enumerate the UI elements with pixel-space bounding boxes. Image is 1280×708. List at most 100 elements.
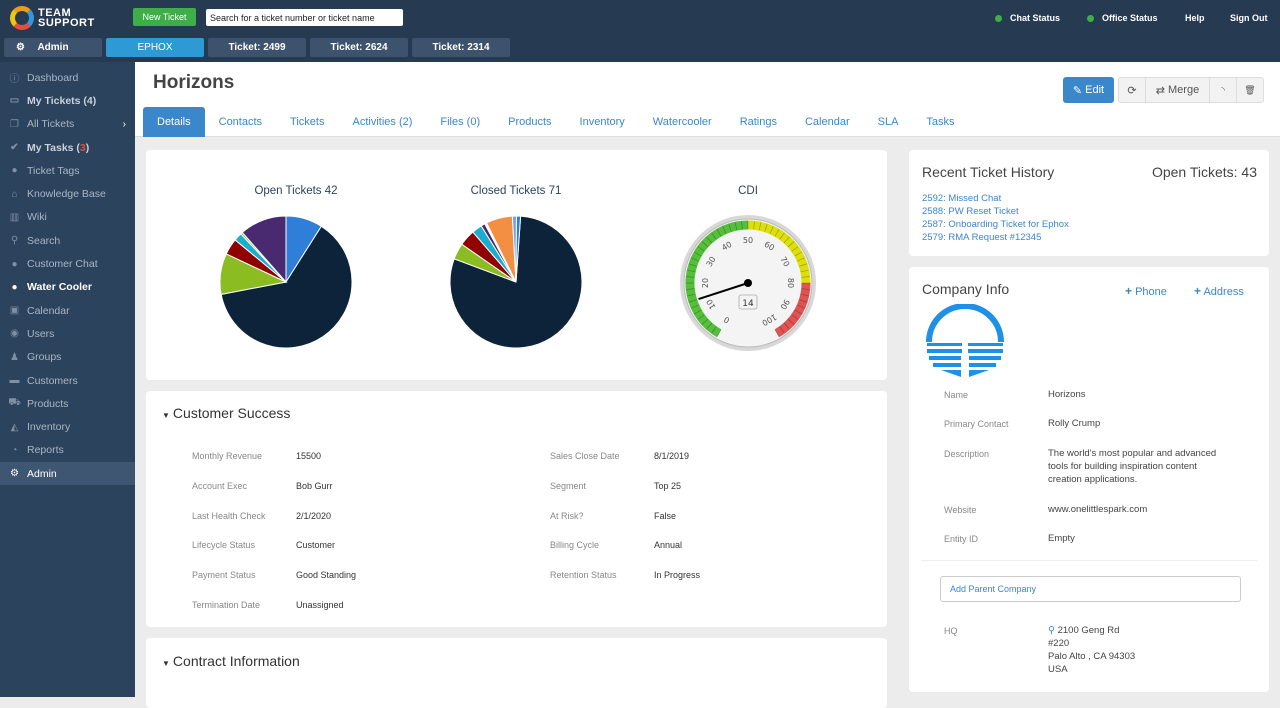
chat-status[interactable]: Chat Status	[995, 13, 1060, 23]
history-item[interactable]: 2588: PW Reset Ticket	[922, 205, 1069, 218]
sidebar-item-my-tasks[interactable]: ✔ My Tasks (3)	[0, 136, 135, 159]
field-label: Payment Status	[192, 570, 256, 581]
edit-label: Edit	[1085, 84, 1105, 96]
calendar-icon: ▣	[9, 305, 20, 317]
field-value[interactable]: In Progress	[654, 570, 700, 580]
company-field-value[interactable]: Rolly Crump	[1048, 417, 1233, 430]
tab-calendar[interactable]: Calendar	[791, 107, 864, 137]
tab-contacts[interactable]: Contacts	[205, 107, 276, 137]
tab-inventory[interactable]: Inventory	[566, 107, 639, 137]
company-field-value[interactable]: The world's most popular and advanced to…	[1048, 447, 1233, 486]
field-label: Billing Cycle	[550, 540, 600, 551]
sidebar-item-calendar[interactable]: ▣ Calendar	[0, 299, 135, 322]
refresh-button[interactable]: ⟳	[1118, 77, 1146, 103]
delete-button[interactable]: 🗑	[1237, 77, 1264, 103]
map-pin-icon: ⚲	[1048, 625, 1055, 636]
tab-ticket-2624[interactable]: Ticket: 2624	[310, 38, 408, 57]
team-support-logo[interactable]: TEAM SUPPORT	[10, 5, 120, 31]
new-ticket-button[interactable]: New Ticket	[133, 8, 196, 26]
hq-label: HQ	[944, 626, 958, 636]
tab-sla[interactable]: SLA	[864, 107, 913, 137]
tab-ticket-2314[interactable]: Ticket: 2314	[412, 38, 510, 57]
rss-button[interactable]: ◝	[1210, 77, 1237, 103]
tab-files[interactable]: Files (0)	[426, 107, 494, 137]
office-status[interactable]: Office Status	[1087, 13, 1158, 23]
sidebar-item-label: Customers	[27, 374, 78, 387]
sidebar-item-inventory[interactable]: ◭ Inventory	[0, 415, 135, 438]
field-value[interactable]: Bob Gurr	[296, 481, 333, 491]
tab-details[interactable]: Details	[143, 107, 205, 137]
sign-out-link[interactable]: Sign Out	[1230, 13, 1268, 23]
tab-watercooler[interactable]: Watercooler	[639, 107, 726, 137]
sidebar-item-label: All Tickets	[27, 118, 75, 131]
tab-ratings[interactable]: Ratings	[726, 107, 791, 137]
chat-icon: ●	[11, 258, 18, 270]
sidebar-item-label-suffix: )	[85, 141, 90, 154]
field-value[interactable]: Top 25	[654, 481, 681, 491]
section-title: Customer Success	[172, 405, 291, 421]
sidebar-item-label: Water Cooler	[27, 281, 92, 294]
tab-tasks[interactable]: Tasks	[912, 107, 968, 137]
field-value[interactable]: 8/1/2019	[654, 451, 689, 461]
company-field-value[interactable]: Empty	[1048, 532, 1233, 545]
trash-icon: 🗑	[1244, 84, 1256, 95]
sidebar-item-label: Search	[27, 234, 61, 247]
field-value[interactable]: 2/1/2020	[296, 511, 331, 521]
help-link[interactable]: Help	[1185, 13, 1205, 23]
sidebar-item-search[interactable]: ⚲ Search	[0, 229, 135, 252]
customer-success-header[interactable]: ▼ Customer Success	[162, 405, 290, 421]
tab-ephox[interactable]: EPHOX	[106, 38, 204, 57]
add-phone-button[interactable]: + Phone	[1125, 284, 1167, 298]
sidebar-item-admin[interactable]: ⚙ Admin	[0, 462, 135, 486]
contract-information-card: ▼ Contract Information	[146, 638, 887, 708]
office-status-label: Office Status	[1102, 13, 1158, 23]
tab-admin[interactable]: ⚙ Admin	[4, 38, 102, 57]
chevron-right-icon[interactable]: ›	[123, 119, 126, 130]
field-label: Account Exec	[192, 480, 248, 491]
contract-information-header[interactable]: ▼ Contract Information	[162, 653, 300, 669]
company-info-card: Company Info + Phone + Address Name Hori…	[909, 267, 1269, 692]
sidebar-item-knowledge-base[interactable]: ⌂ Knowledge Base	[0, 182, 135, 205]
history-item[interactable]: 2579: RMA Request #12345	[922, 231, 1069, 244]
sidebar-item-dashboard[interactable]: ⓘ Dashboard	[0, 66, 135, 89]
sidebar-item-all-tickets[interactable]: ❐ All Tickets ›	[0, 113, 135, 136]
sidebar-item-customer-chat[interactable]: ● Customer Chat	[0, 252, 135, 275]
field-value[interactable]: Customer	[296, 540, 335, 550]
company-field-label: Entity ID	[944, 534, 979, 544]
dashboard-icon: ⓘ	[9, 74, 20, 86]
field-value[interactable]: Good Standing	[296, 570, 356, 580]
history-item[interactable]: 2592: Missed Chat	[922, 192, 1069, 205]
droplet-icon: ●	[11, 281, 18, 293]
sidebar-item-my-tickets[interactable]: ▭ My Tickets (4)	[0, 89, 135, 112]
tab-activities[interactable]: Activities (2)	[338, 107, 426, 137]
add-parent-company-button[interactable]: Add Parent Company	[940, 576, 1241, 602]
sidebar-item-users[interactable]: ◉ Users	[0, 322, 135, 345]
logo-text-line2: SUPPORT	[38, 17, 95, 29]
field-value[interactable]: Unassigned	[296, 600, 344, 610]
sidebar-item-label: Calendar	[27, 304, 70, 317]
company-field-value[interactable]: www.onelittlespark.com	[1048, 503, 1233, 516]
sidebar-item-groups[interactable]: ♟ Groups	[0, 346, 135, 369]
field-value[interactable]: Annual	[654, 540, 682, 550]
company-field-value[interactable]: Horizons	[1048, 388, 1233, 401]
tab-ticket-2499[interactable]: Ticket: 2499	[208, 38, 306, 57]
ticket-search-input[interactable]	[206, 9, 403, 26]
user-icon: ◉	[10, 328, 19, 340]
sidebar-item-wiki[interactable]: ▥ Wiki	[0, 206, 135, 229]
history-item[interactable]: 2587: Onboarding Ticket for Ephox	[922, 218, 1069, 231]
field-value[interactable]: 15500	[296, 451, 321, 461]
sidebar-item-reports[interactable]: ◔ Reports	[0, 439, 135, 462]
sidebar-item-customers[interactable]: ▬ Customers	[0, 369, 135, 392]
tab-tickets[interactable]: Tickets	[276, 107, 338, 137]
tab-products[interactable]: Products	[494, 107, 565, 137]
add-address-button[interactable]: + Address	[1194, 284, 1244, 298]
field-value[interactable]: False	[654, 511, 676, 521]
sidebar-item-ticket-tags[interactable]: ● Ticket Tags	[0, 159, 135, 182]
open-tickets-chart-title: Open Tickets 42	[254, 185, 338, 197]
merge-button[interactable]: ⇄ Merge	[1146, 77, 1210, 103]
sidebar-item-water-cooler[interactable]: ● Water Cooler	[0, 276, 135, 299]
edit-button[interactable]: ✎ Edit	[1063, 77, 1114, 103]
sidebar-item-label: My Tickets (4)	[27, 94, 97, 107]
sidebar-item-label: Wiki	[27, 211, 47, 224]
sidebar-item-products[interactable]: ⛟ Products	[0, 392, 135, 415]
